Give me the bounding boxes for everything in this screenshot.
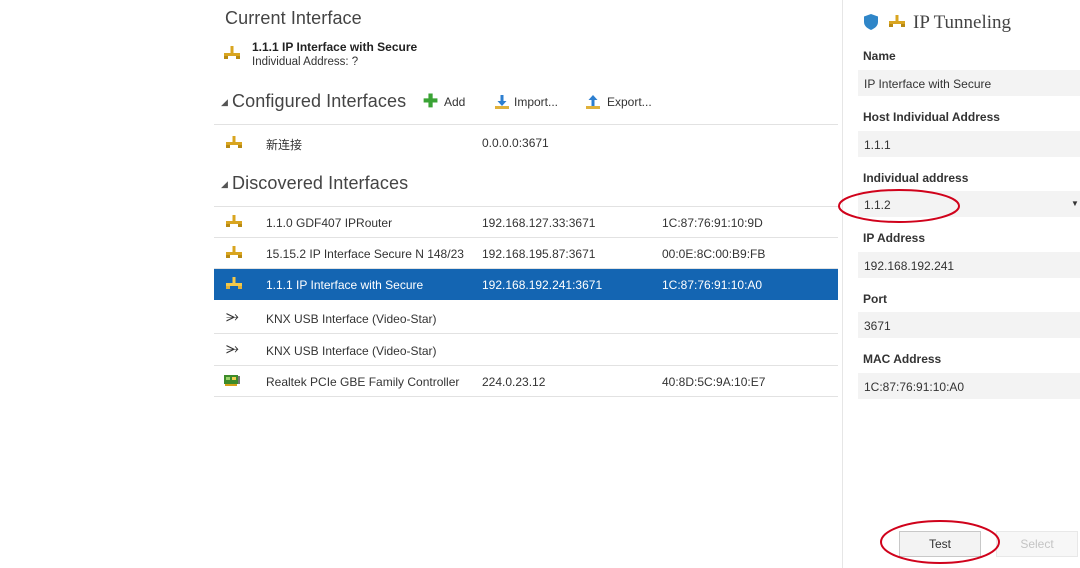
- ip-network-icon: [226, 277, 242, 289]
- discovered-row-name: KNX USB Interface (Video-Star): [266, 312, 437, 326]
- discovered-row[interactable]: ⭃ KNX USB Interface (Video-Star): [214, 335, 838, 366]
- network-card-icon: [224, 375, 240, 386]
- discovered-row[interactable]: 1.1.0 GDF407 IPRouter 192.168.127.33:367…: [214, 207, 838, 238]
- mac-address-label: MAC Address: [863, 352, 942, 366]
- discovered-collapse-icon[interactable]: ◢: [221, 179, 228, 190]
- ip-address-field[interactable]: 192.168.192.241: [858, 252, 1080, 278]
- mac-address-field[interactable]: 1C:87:76:91:10:A0: [858, 373, 1080, 399]
- discovered-row-address: 224.0.23.12: [482, 375, 546, 389]
- configured-row-name: 新连接: [266, 138, 303, 152]
- configured-collapse-icon[interactable]: ◢: [221, 97, 228, 108]
- chevron-down-icon: ▼: [1071, 199, 1079, 208]
- discovered-row-name: 1.1.0 GDF407 IPRouter: [266, 216, 393, 230]
- discovered-interfaces-title: Discovered Interfaces: [232, 173, 409, 193]
- ip-network-icon: [224, 46, 240, 59]
- ip-network-icon: [889, 15, 905, 27]
- current-interface-title: Current Interface: [225, 8, 362, 28]
- panel-divider: [842, 0, 843, 568]
- discovered-row-mac: 1C:87:76:91:10:9D: [662, 216, 763, 230]
- ip-network-icon: [226, 136, 242, 148]
- import-icon: [495, 95, 509, 109]
- current-interface-name: 1.1.1 IP Interface with Secure: [252, 40, 418, 54]
- configured-row[interactable]: 新连接 0.0.0.0:3671: [214, 125, 838, 159]
- port-field[interactable]: 3671: [858, 312, 1080, 338]
- discovered-row-address: 192.168.192.241:3671: [482, 278, 603, 292]
- port-label: Port: [863, 292, 887, 306]
- discovered-row-mac: 40:8D:5C:9A:10:E7: [662, 375, 766, 389]
- usb-icon: ⭃: [226, 308, 239, 325]
- host-address-label: Host Individual Address: [863, 110, 1000, 124]
- annotation-ellipse-test-button: [880, 520, 1000, 564]
- ip-network-icon: [226, 246, 242, 258]
- discovered-row-mac: 1C:87:76:91:10:A0: [662, 278, 763, 292]
- discovered-row-address: 192.168.195.87:3671: [482, 247, 596, 261]
- host-address-field[interactable]: 1.1.1: [858, 131, 1080, 157]
- usb-icon: ⭃: [226, 340, 239, 357]
- add-icon: ✚: [423, 91, 439, 111]
- discovered-row-name: KNX USB Interface (Video-Star): [266, 344, 437, 358]
- shield-icon: [864, 14, 878, 30]
- annotation-ellipse-individual-address: [838, 189, 960, 223]
- discovered-row-address: 192.168.127.33:3671: [482, 216, 596, 230]
- discovered-row[interactable]: 15.15.2 IP Interface Secure N 148/23 192…: [214, 238, 838, 269]
- panel-title: IP Tunneling: [913, 12, 1012, 33]
- discovered-row-name: 1.1.1 IP Interface with Secure: [266, 278, 424, 292]
- name-field[interactable]: IP Interface with Secure: [858, 70, 1080, 96]
- name-label: Name: [863, 49, 896, 63]
- ip-address-label: IP Address: [863, 231, 926, 245]
- discovered-row[interactable]: Realtek PCIe GBE Family Controller 224.0…: [214, 366, 838, 397]
- discovered-row-name: 15.15.2 IP Interface Secure N 148/23: [266, 247, 464, 261]
- select-button[interactable]: Select: [996, 531, 1078, 557]
- discovered-row-selected[interactable]: 1.1.1 IP Interface with Secure 192.168.1…: [214, 269, 838, 300]
- current-interface-address: Individual Address: ?: [252, 56, 359, 68]
- configured-interfaces-title: Configured Interfaces: [232, 91, 407, 111]
- discovered-row[interactable]: ⭃ KNX USB Interface (Video-Star): [214, 303, 838, 334]
- discovered-row-name: Realtek PCIe GBE Family Controller: [266, 375, 460, 389]
- configured-row-address: 0.0.0.0:3671: [482, 136, 549, 150]
- individual-address-label: Individual address: [863, 171, 969, 185]
- ip-network-icon: [226, 215, 242, 227]
- export-icon: [586, 95, 600, 109]
- discovered-row-mac: 00:0E:8C:00:B9:FB: [662, 247, 766, 261]
